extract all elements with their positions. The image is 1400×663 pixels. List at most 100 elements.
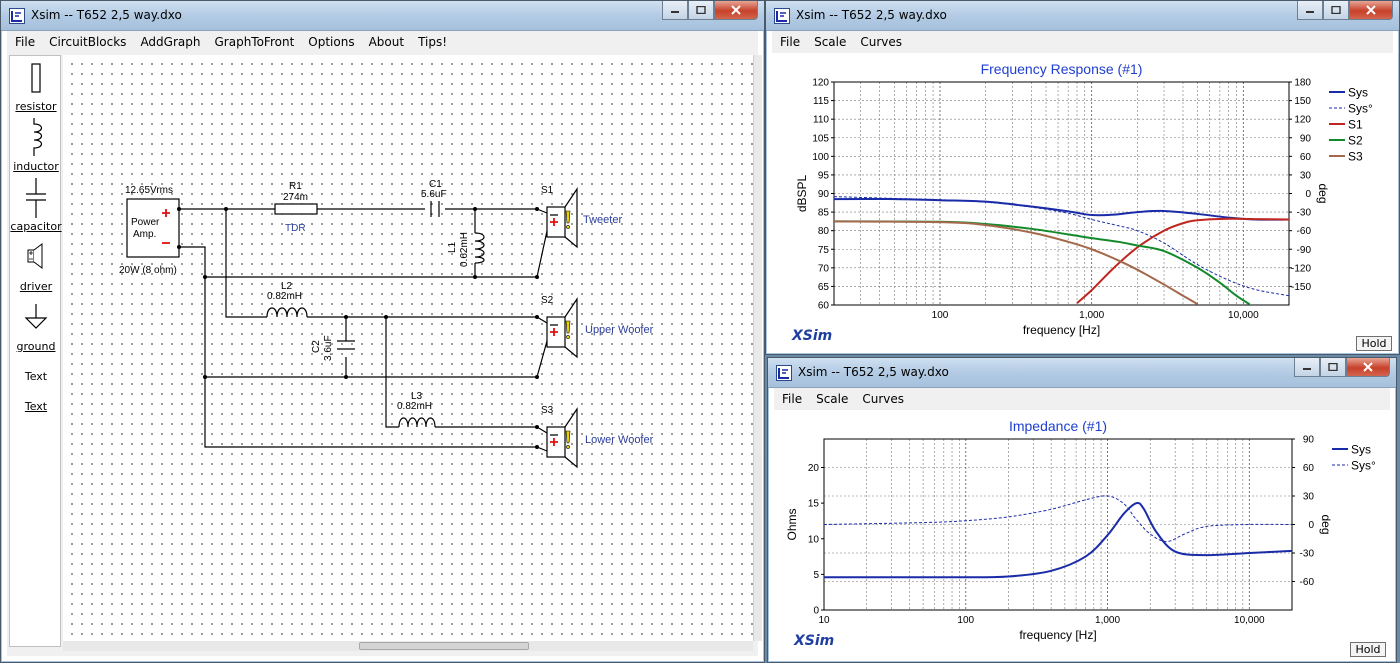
close-button[interactable] (1346, 358, 1390, 377)
x-tick-label: 100 (932, 310, 949, 321)
menu-tips[interactable]: Tips! (418, 35, 447, 49)
y2-tick-label: 0 (1305, 189, 1311, 200)
frequency-menubar: File Scale Curves (772, 31, 1393, 53)
chart-title: Frequency Response (#1) (981, 61, 1143, 77)
vertical-scrollbar[interactable] (753, 55, 762, 641)
s2-name: S2 (541, 295, 554, 306)
vertical-scroll-thumb[interactable] (755, 55, 762, 455)
menu-file[interactable]: File (15, 35, 35, 49)
y-tick-label: 70 (818, 263, 830, 274)
palette-capacitor[interactable]: capacitor (10, 220, 62, 233)
frequency-plot-area: 60 65 70 75 80 85 90 95 100 105 110 115 120 -150 -120 -… (772, 53, 1393, 351)
close-button[interactable] (1349, 1, 1393, 20)
series-line-1 (824, 495, 1292, 543)
menu-file[interactable]: File (780, 35, 800, 49)
menu-graphtofront[interactable]: GraphToFront (214, 35, 294, 49)
y2-tick-label: 150 (1294, 96, 1311, 107)
impedance-menubar: File Scale Curves (774, 388, 1390, 410)
r1-note: TDR (285, 223, 306, 234)
minimize-button[interactable] (1297, 1, 1323, 20)
minimize-button[interactable] (1294, 358, 1320, 377)
y2-tick-label: 60 (1300, 152, 1312, 163)
y-tick-label: 15 (808, 499, 820, 510)
y-tick-label: 5 (813, 570, 819, 581)
y2-tick-label: -60 (1297, 226, 1312, 237)
driver-icon[interactable] (24, 242, 48, 272)
y-tick-label: 85 (818, 208, 830, 219)
menu-circuitblocks[interactable]: CircuitBlocks (49, 35, 126, 49)
schematic-titlebar[interactable]: Xsim -- T652 2,5 way.dxo (1, 1, 764, 31)
y-tick-label: 100 (812, 152, 829, 163)
y-tick-label: 60 (818, 301, 830, 312)
hold-button[interactable]: Hold (1356, 336, 1392, 351)
y-tick-label: 90 (818, 189, 830, 200)
y2-tick-label: -30 (1297, 208, 1312, 219)
y2-tick-label: 90 (1303, 435, 1315, 446)
maximize-button[interactable] (688, 1, 714, 20)
c2-name: C2 (311, 340, 322, 353)
horizontal-scrollbar[interactable] (63, 641, 753, 651)
l1-value: 0.62mH (459, 232, 470, 267)
legend-label-1: Sys° (1348, 102, 1373, 116)
c1-value: 5.6uF (421, 189, 447, 200)
palette-driver[interactable]: driver (10, 280, 62, 293)
menu-file[interactable]: File (782, 392, 802, 406)
frequency-response-chart: 60 65 70 75 80 85 90 95 100 105 110 115 120 -150 -120 -… (795, 61, 1373, 337)
resistor-icon[interactable] (28, 62, 44, 96)
y2-axis-label: deg (1319, 514, 1333, 534)
palette-resistor[interactable]: resistor (10, 100, 62, 113)
palette-text-link[interactable]: Text (10, 400, 62, 413)
window-title: Xsim -- T652 2,5 way.dxo (796, 8, 947, 22)
l1-name: L1 (447, 241, 458, 253)
menu-about[interactable]: About (369, 35, 404, 49)
r1-value: 274m (283, 192, 308, 203)
palette-ground[interactable]: ground (10, 340, 62, 353)
y2-tick-label: 180 (1294, 78, 1311, 89)
menu-addgraph[interactable]: AddGraph (140, 35, 200, 49)
capacitor-icon[interactable] (24, 178, 48, 218)
inductor-icon[interactable] (26, 118, 46, 158)
schematic-canvas[interactable]: 12.65Vrms Power Amp. 20W (8 ohm) R1 274m… (63, 55, 753, 641)
maximize-button[interactable] (1323, 1, 1349, 20)
legend-label-1: Sys° (1351, 459, 1376, 473)
y2-tick-label: 30 (1303, 492, 1315, 503)
frequency-titlebar[interactable]: Xsim -- T652 2,5 way.dxo (766, 1, 1399, 31)
hold-button[interactable]: Hold (1350, 642, 1386, 657)
y2-tick-label: 90 (1300, 133, 1312, 144)
palette-text-plain[interactable]: Text (10, 370, 62, 383)
y2-tick-label: -90 (1297, 245, 1312, 256)
y-tick-label: 75 (818, 245, 830, 256)
menu-curves[interactable]: Curves (862, 392, 904, 406)
menu-options[interactable]: Options (308, 35, 354, 49)
circuit-diagram: 12.65Vrms Power Amp. 20W (8 ohm) R1 274m… (119, 179, 654, 469)
y2-tick-label: -150 (1291, 282, 1311, 293)
chart-title: Impedance (#1) (1009, 418, 1107, 434)
menu-scale[interactable]: Scale (816, 392, 848, 406)
app-icon (9, 8, 25, 24)
palette-inductor[interactable]: inductor (10, 160, 62, 173)
x-tick-label: 10,000 (1228, 310, 1259, 321)
menu-scale[interactable]: Scale (814, 35, 846, 49)
legend-label-0: Sys (1351, 443, 1371, 457)
close-button[interactable] (714, 1, 758, 20)
window-title: Xsim -- T652 2,5 way.dxo (798, 365, 949, 379)
maximize-button[interactable] (1320, 358, 1346, 377)
y-tick-label: 80 (818, 226, 830, 237)
ground-icon[interactable] (24, 304, 48, 332)
horizontal-scroll-thumb[interactable] (359, 642, 529, 650)
x-tick-label: 1,000 (1079, 310, 1104, 321)
legend-label-2: S1 (1348, 118, 1363, 132)
legend-label-0: Sys (1348, 86, 1368, 100)
amp-voltage-label: 12.65Vrms (125, 185, 173, 196)
y-axis-label: Ohms (785, 508, 799, 540)
impedance-plot-area: 0 5 10 15 20 -60 -30 0 30 60 90 10 100 1,000 10,000 Imp… (774, 410, 1390, 658)
app-icon (774, 8, 790, 24)
minimize-button[interactable] (662, 1, 688, 20)
amp-label-amp: Amp. (133, 229, 156, 240)
s3-name: S3 (541, 405, 554, 416)
r1-name: R1 (289, 181, 302, 192)
window-title: Xsim -- T652 2,5 way.dxo (31, 8, 182, 22)
menu-curves[interactable]: Curves (860, 35, 902, 49)
y2-tick-label: 120 (1294, 115, 1311, 126)
impedance-titlebar[interactable]: Xsim -- T652 2,5 way.dxo (768, 358, 1396, 388)
